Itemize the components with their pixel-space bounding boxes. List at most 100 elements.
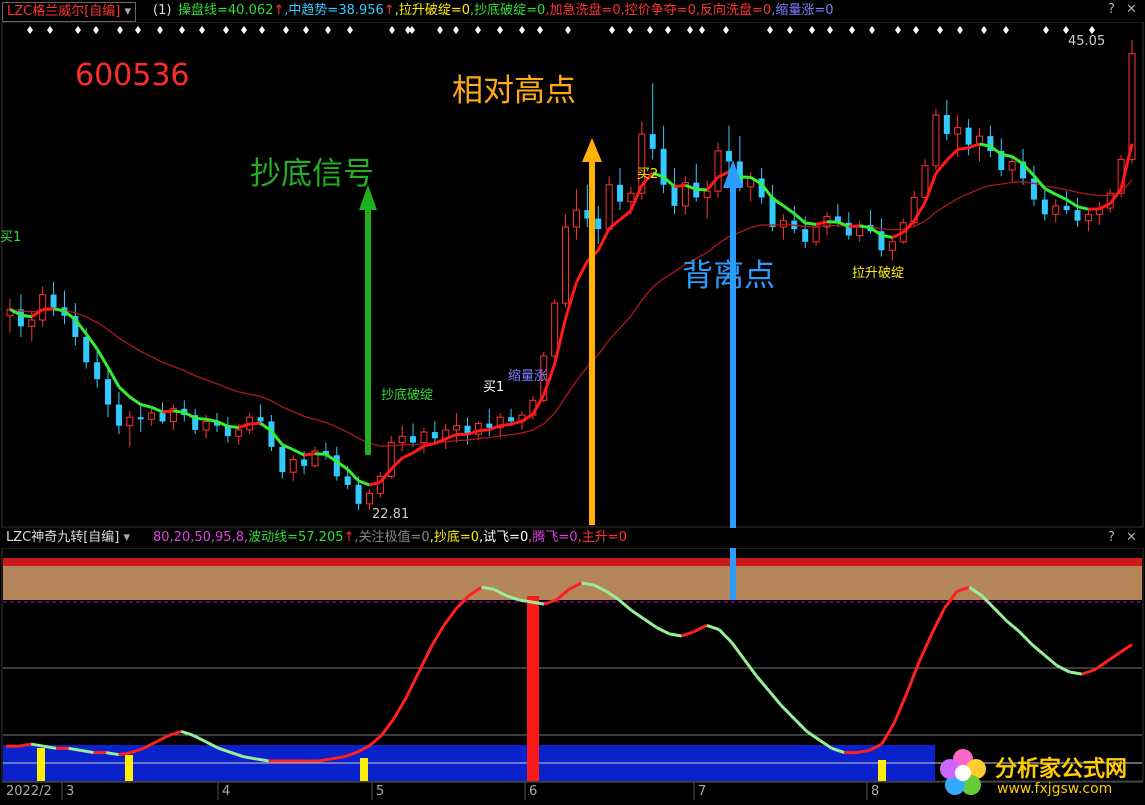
readout: 波动线=57.205 <box>248 530 344 545</box>
bottom-red-bar <box>527 596 539 781</box>
oscillator-segment <box>668 632 682 638</box>
readout: 80,20,50,95,8, <box>153 530 249 545</box>
readout: ,反向洗盘=0 <box>695 3 772 18</box>
trend-line <box>816 225 828 228</box>
operating-line <box>173 409 185 414</box>
trend-line <box>456 439 468 442</box>
signal-label: 拉升破绽 <box>852 266 905 281</box>
operating-line <box>848 224 860 229</box>
oscillator-segment <box>255 757 269 763</box>
operating-line <box>20 313 33 319</box>
close-icon[interactable]: ✕ <box>1126 2 1137 17</box>
operating-line <box>303 452 316 457</box>
help-icon[interactable]: ? <box>1108 2 1115 17</box>
operating-line <box>500 422 512 428</box>
watermark-title: 分析家公式网 <box>995 757 1128 782</box>
x-axis-label: 8 <box>871 784 880 799</box>
operating-line <box>696 187 708 192</box>
operating-line <box>42 307 54 311</box>
readout: ,抄底=0 <box>429 530 479 545</box>
readout: ↑ <box>273 3 285 18</box>
readout: ,缩量涨=0 <box>771 3 834 18</box>
indicator-selector[interactable]: LZC格兰威尔[自编] ▾ <box>2 2 137 22</box>
operating-line <box>195 416 207 421</box>
oscillator-segment <box>243 755 257 761</box>
trend-line <box>391 444 403 447</box>
watermark: 分析家公式网 www.fxjgsw.com <box>935 745 1140 803</box>
oscillator-segment <box>318 757 332 763</box>
chart-stage <box>0 0 1145 805</box>
oscillator-segment <box>531 600 545 606</box>
candle <box>562 214 570 308</box>
stock-code: 600536 <box>75 58 190 93</box>
candle <box>932 108 940 170</box>
candle <box>376 472 384 498</box>
oscillator-segment <box>1069 670 1083 676</box>
oscillator-segment <box>43 744 57 750</box>
readout: ,抄底破绽=0 <box>470 3 546 18</box>
operating-line <box>249 421 261 426</box>
signal-label: 买1 <box>0 230 22 245</box>
oscillator-segment <box>331 755 345 761</box>
signal-label: 买1 <box>483 380 505 395</box>
oscillator-segment <box>118 751 132 757</box>
oscillator-segment <box>18 742 32 748</box>
readout: ↑ <box>383 3 395 18</box>
indicator-readouts: 操盘线=40.062↑,中趋势=38.956↑,拉升破绽=0,抄底破绽=0,加急… <box>178 0 834 22</box>
signal-label: 抄底破绽 <box>381 388 434 403</box>
candle <box>714 142 722 198</box>
operating-line <box>478 428 490 433</box>
oscillator-segment <box>481 585 495 591</box>
indicator-name: LZC神奇九转[自编] <box>6 530 120 545</box>
annotation-bottom-signal: 抄底信号 <box>250 156 374 192</box>
operating-line <box>162 409 174 414</box>
trend-line <box>20 310 32 313</box>
watermark-url: www.fxjgsw.com <box>997 781 1113 797</box>
indicator-readouts: 80,20,50,95,8,波动线=57.205↑,关注极值=0,抄底=0,试飞… <box>153 528 627 548</box>
operating-line <box>859 224 871 230</box>
overbought-band-zone <box>3 566 1142 600</box>
readout: ,关注极值=0 <box>354 530 430 545</box>
oscillator-segment <box>30 742 44 748</box>
indicator-name: LZC格兰威尔[自编] <box>7 4 121 19</box>
x-axis-label: 5 <box>376 784 385 799</box>
readout: ,加急洗盘=0 <box>545 3 621 18</box>
oscillator-segment <box>105 751 119 757</box>
readout: ,拉升破绽=0 <box>394 3 471 18</box>
readout: ,中趋势=38.956 <box>284 3 384 18</box>
bottom-yellow-bar <box>878 760 886 781</box>
readout: ,控价争夺=0 <box>620 3 696 18</box>
x-axis-label: 4 <box>222 784 231 799</box>
top-panel-header: LZC格兰威尔[自编] ▾ (1) 操盘线=40.062↑,中趋势=38.956… <box>0 0 1145 22</box>
chevron-down-icon: ▾ <box>123 530 131 545</box>
operating-line <box>314 452 326 456</box>
operating-line <box>805 221 817 226</box>
annotation-relative-high: 相对高点 <box>452 73 576 109</box>
x-axis-label: 6 <box>529 784 538 799</box>
indicator-selector[interactable]: LZC神奇九转[自编] ▾ <box>6 528 130 548</box>
signal-label: 缩量涨 <box>508 369 548 384</box>
x-axis-label: 7 <box>698 784 707 799</box>
low-price-label: 22.81 <box>372 507 410 522</box>
readout: ,试飞=0 <box>479 530 529 545</box>
bottom-yellow-bar <box>125 755 133 781</box>
x-axis-label: 2022/2 <box>6 784 52 799</box>
oscillator-segment <box>68 746 82 752</box>
readout: ,腾飞=0 <box>528 530 578 545</box>
flower-logo-icon <box>940 749 986 795</box>
help-icon[interactable]: ? <box>1108 528 1115 548</box>
oscillator-segment <box>80 748 94 755</box>
operating-line <box>674 183 686 189</box>
operating-line <box>957 146 969 151</box>
oscillator-segment <box>581 581 595 587</box>
param-label: (1) <box>153 3 172 18</box>
operating-line <box>227 424 239 430</box>
bottom-yellow-bar <box>360 758 368 781</box>
x-axis-label: 3 <box>66 784 75 799</box>
readout: 操盘线=40.062 <box>178 3 274 18</box>
oscillator-segment <box>856 748 870 755</box>
close-icon[interactable]: ✕ <box>1126 528 1137 548</box>
trend-line <box>892 228 904 231</box>
readout: ,主升=0 <box>577 530 627 545</box>
bottom-yellow-bar <box>37 748 45 781</box>
